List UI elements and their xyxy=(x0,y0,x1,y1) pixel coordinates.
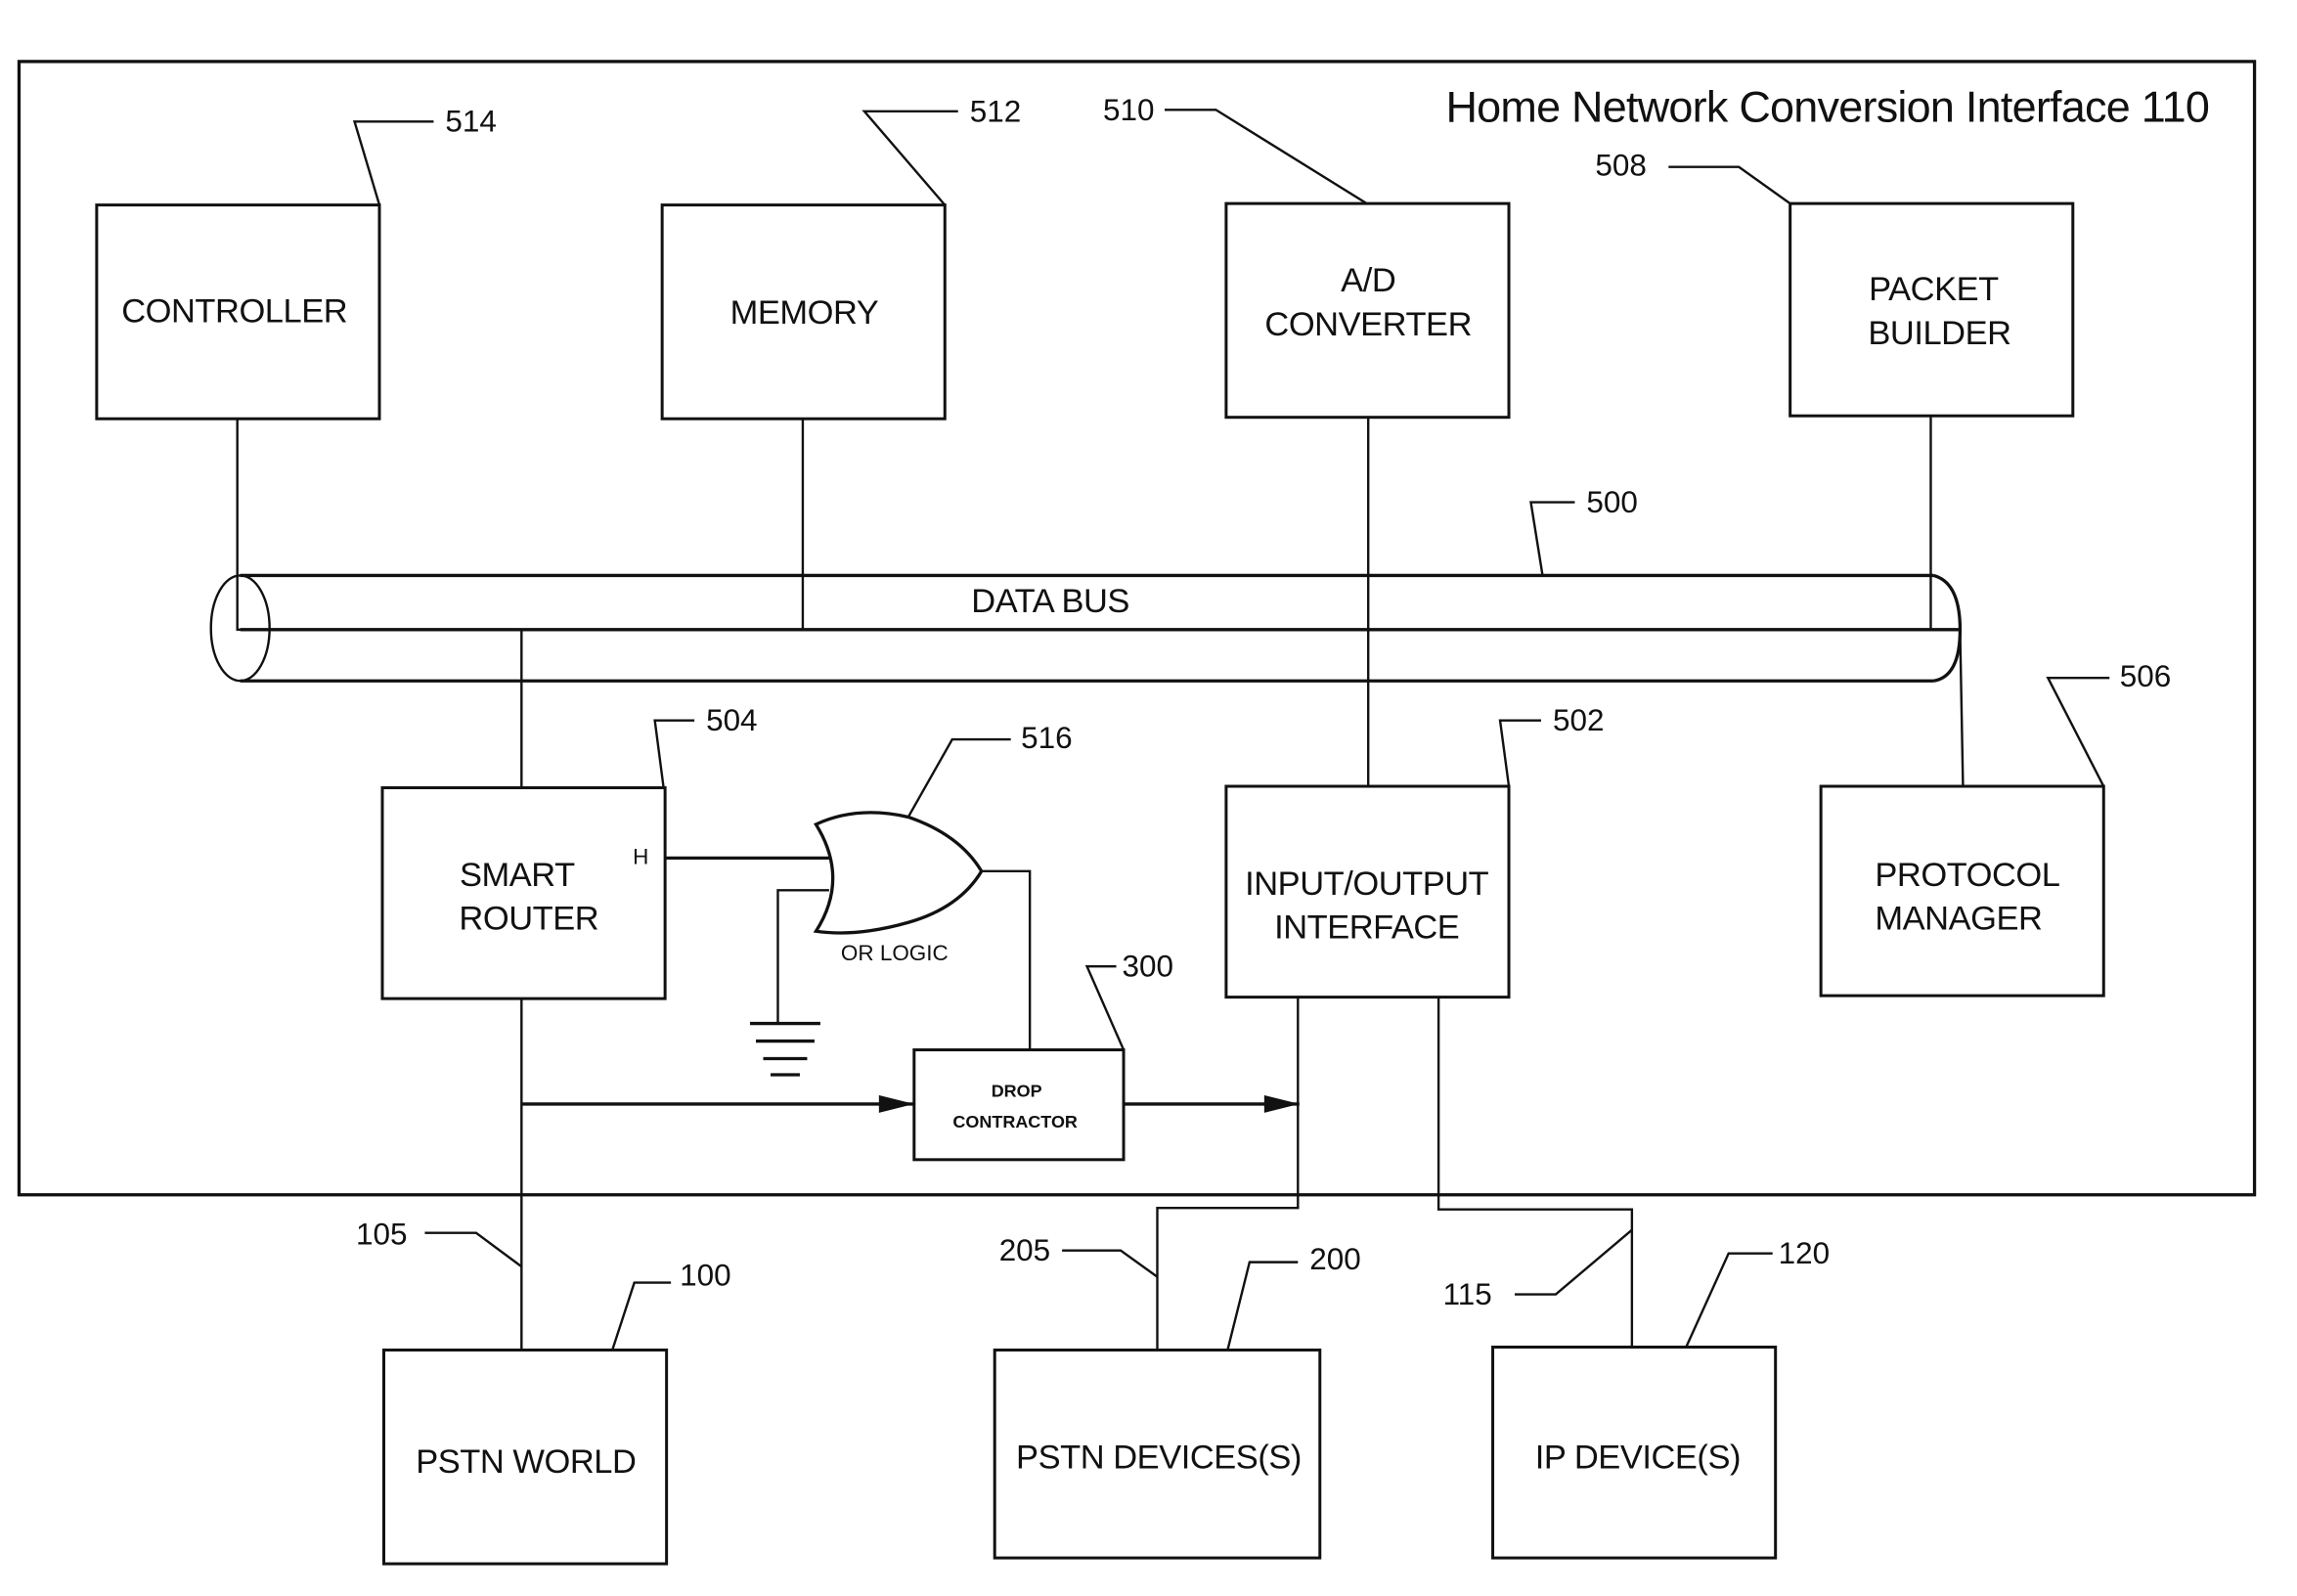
pstn-devices-ref: 200 xyxy=(1226,1242,1361,1351)
controller-ref: 514 xyxy=(352,105,497,205)
ad-converter-block: A/D CONVERTER xyxy=(1224,201,1511,420)
smart-router-ref: 504 xyxy=(653,703,758,788)
memory-label: MEMORY xyxy=(730,294,879,332)
ref-200: 200 xyxy=(1309,1242,1360,1276)
ref-100: 100 xyxy=(680,1259,730,1293)
ip-device-line-ref: 115 xyxy=(1443,1228,1633,1311)
io-interface-label-1: INPUT/OUTPUT xyxy=(1245,865,1489,903)
or-logic-label: OR LOGIC xyxy=(841,941,949,965)
packet-builder-label-2: BUILDER xyxy=(1868,315,2010,352)
or-ground-input-link xyxy=(776,889,829,1023)
ip-devices-label: IP DEVICE(S) xyxy=(1535,1440,1741,1477)
controller-label: CONTROLLER xyxy=(121,292,347,330)
protocol-manager-bus-link xyxy=(1959,629,1965,787)
protocol-manager-block: PROTOCOL MANAGER xyxy=(1819,784,2105,998)
pstn-world-block: PSTN WORLD xyxy=(382,1348,669,1566)
or-gate-symbol: OR LOGIC xyxy=(813,811,984,965)
drop-contractor-label-1: DROP xyxy=(992,1081,1042,1100)
packet-builder-ref: 508 xyxy=(1595,149,1791,205)
ref-516: 516 xyxy=(1021,721,1072,755)
ref-300: 300 xyxy=(1123,950,1173,984)
ref-512: 512 xyxy=(970,94,1021,128)
data-bus-label: DATA BUS xyxy=(971,583,1129,620)
ref-500: 500 xyxy=(1586,485,1637,519)
pstn-world-label: PSTN WORLD xyxy=(416,1443,636,1481)
pstn-device-line-ref: 205 xyxy=(999,1233,1159,1278)
controller-bus-link xyxy=(236,419,264,632)
ad-converter-ref: 510 xyxy=(1103,93,1368,205)
ref-508: 508 xyxy=(1595,149,1646,183)
pstn-line-ref: 105 xyxy=(356,1218,523,1268)
pstn-devices-block: PSTN DEVICES(S) xyxy=(993,1348,1322,1560)
smart-router-label-2: ROUTER xyxy=(459,901,598,938)
ad-converter-label-2: CONVERTER xyxy=(1264,306,1472,343)
io-interface-label-2: INTERFACE xyxy=(1274,909,1459,947)
controller-block: CONTROLLER xyxy=(95,203,381,421)
ip-devices-ref: 120 xyxy=(1685,1236,1830,1348)
or-to-drop-contractor-link xyxy=(981,869,1032,1050)
ref-502: 502 xyxy=(1553,703,1604,737)
ground-symbol xyxy=(750,1021,820,1077)
io-to-pstn-devices-line xyxy=(1156,997,1300,1351)
drop-contractor-ref: 300 xyxy=(1084,950,1173,1051)
io-interface-block: INPUT/OUTPUT INTERFACE xyxy=(1224,784,1511,999)
ref-510: 510 xyxy=(1103,93,1154,127)
io-interface-ref: 502 xyxy=(1498,703,1604,787)
drop-contractor-block: DROP CONTRACTOR xyxy=(912,1048,1126,1162)
pstn-devices-label: PSTN DEVICES(S) xyxy=(1016,1440,1302,1477)
ref-120: 120 xyxy=(1779,1236,1830,1270)
memory-ref: 512 xyxy=(861,94,1021,206)
ref-514: 514 xyxy=(445,105,496,139)
packet-builder-block: PACKET BUILDER xyxy=(1789,201,2075,418)
data-bus-ref: 500 xyxy=(1529,485,1638,576)
ref-105: 105 xyxy=(356,1218,407,1252)
memory-block: MEMORY xyxy=(660,203,947,421)
ref-205: 205 xyxy=(999,1233,1050,1267)
packet-builder-label-1: PACKET xyxy=(1869,271,1999,308)
smart-router-pin-label: H xyxy=(633,844,648,868)
frame-title: Home Network Conversion Interface 110 xyxy=(1445,81,2209,131)
ip-devices-block: IP DEVICE(S) xyxy=(1491,1345,1778,1560)
ref-506: 506 xyxy=(2120,659,2171,693)
smart-router-label-1: SMART xyxy=(460,857,575,894)
protocol-manager-ref: 506 xyxy=(2046,659,2171,787)
ref-115: 115 xyxy=(1443,1277,1492,1311)
drop-contractor-label-2: CONTRACTOR xyxy=(952,1112,1077,1131)
or-gate-ref: 516 xyxy=(906,721,1073,819)
patent-block-diagram: Home Network Conversion Interface 110 CO… xyxy=(17,60,2257,1566)
smart-router-block: SMART ROUTER H xyxy=(380,786,667,1000)
pstn-world-ref: 100 xyxy=(611,1259,731,1351)
protocol-manager-label-2: MANAGER xyxy=(1875,901,2042,938)
protocol-manager-label-1: PROTOCOL xyxy=(1875,857,2059,894)
ad-converter-label-1: A/D xyxy=(1341,262,1395,299)
ref-504: 504 xyxy=(706,703,757,737)
data-bus: DATA BUS xyxy=(209,573,1963,683)
